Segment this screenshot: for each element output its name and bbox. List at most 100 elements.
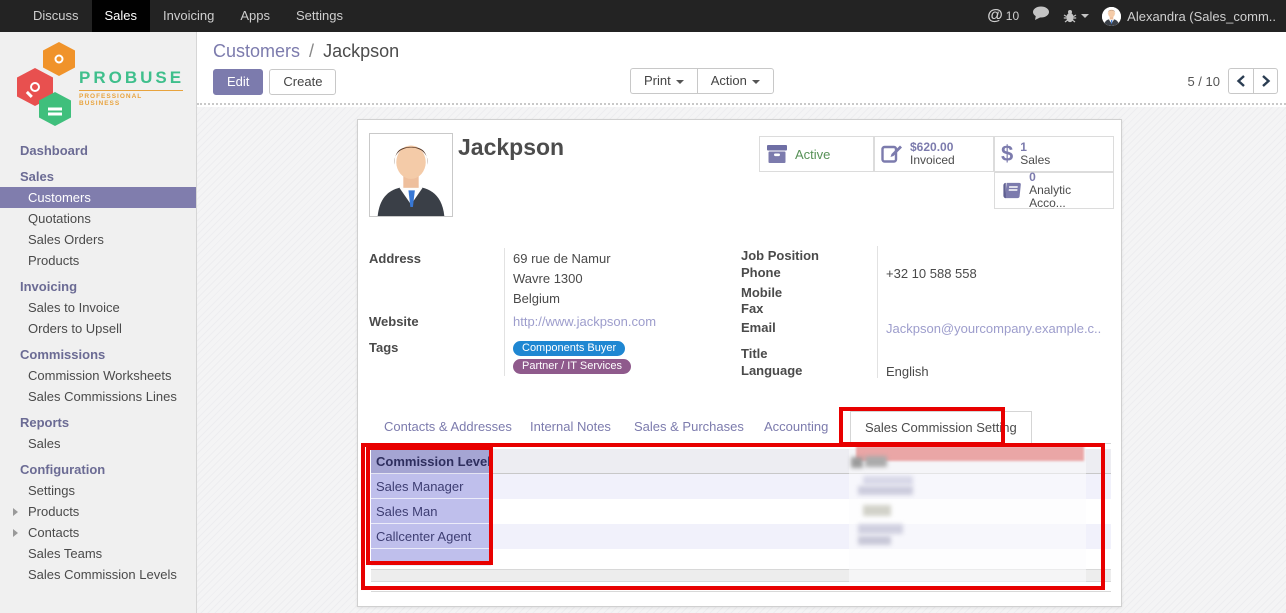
tab-accounting[interactable]: Accounting: [764, 419, 828, 434]
invoiced-label: Invoiced: [910, 154, 955, 167]
breadcrumb-current: Jackpson: [323, 41, 399, 61]
menu-invoicing[interactable]: Invoicing: [150, 0, 227, 32]
action-dropdown-button[interactable]: Action: [697, 68, 774, 94]
breadcrumb-separator: /: [305, 41, 318, 61]
commission-level-column-header[interactable]: Commission Level: [371, 449, 491, 474]
sidebar-item-sales-teams[interactable]: Sales Teams: [0, 543, 196, 564]
pager-counter: 5 / 10: [1187, 74, 1220, 89]
sidebar-heading-commissions[interactable]: Commissions: [0, 344, 196, 365]
tab-sales-purchases[interactable]: Sales & Purchases: [634, 419, 744, 434]
sidebar-heading-invoicing[interactable]: Invoicing: [0, 276, 196, 297]
book-icon: [1001, 181, 1022, 201]
mentions-button[interactable]: @ 10: [987, 7, 1019, 25]
sidebar-heading-sales[interactable]: Sales: [0, 166, 196, 187]
user-menu[interactable]: Alexandra (Sales_comm..: [1102, 7, 1276, 26]
menu-settings[interactable]: Settings: [283, 0, 356, 32]
mention-count: 10: [1006, 9, 1019, 23]
caret-down-icon: [1081, 14, 1089, 18]
tab-internal-notes[interactable]: Internal Notes: [530, 419, 611, 434]
commission-level-cell[interactable]: [371, 549, 491, 566]
redacted-content: [858, 536, 891, 545]
sales-stat-button[interactable]: $ 1 Sales: [994, 136, 1114, 172]
address-label: Address: [369, 251, 499, 266]
phone-value: +32 10 588 558: [886, 266, 977, 281]
field-group-divider: [877, 246, 878, 378]
dollar-icon: $: [1001, 144, 1013, 164]
tab-sales-commission-setting[interactable]: Sales Commission Setting: [850, 411, 1032, 444]
analytic-accounts-stat-button[interactable]: 0 Analytic Acco...: [994, 172, 1114, 209]
main-area: Customers / Jackpson Edit Create Print A…: [197, 32, 1286, 613]
address-street: 69 rue de Namur: [513, 251, 611, 266]
sidebar-item-products[interactable]: Products: [0, 250, 196, 271]
user-avatar: [1102, 7, 1121, 26]
sidebar-item-quotations[interactable]: Quotations: [0, 208, 196, 229]
logo-title: PROBUSE: [79, 68, 184, 88]
menu-discuss[interactable]: Discuss: [20, 0, 92, 32]
pager-next-button[interactable]: [1253, 68, 1278, 94]
phone-label: Phone: [741, 265, 871, 280]
invoiced-stat-button[interactable]: $620.00 Invoiced: [874, 136, 994, 172]
sidebar-heading-configuration[interactable]: Configuration: [0, 459, 196, 480]
sidebar-item-sales-commission-levels[interactable]: Sales Commission Levels: [0, 564, 196, 585]
sidebar-item-config-products[interactable]: Products: [0, 501, 196, 522]
sidebar-item-label: Products: [28, 504, 79, 519]
sidebar-item-config-contacts[interactable]: Contacts: [0, 522, 196, 543]
sidebar-heading-reports[interactable]: Reports: [0, 412, 196, 433]
menu-sales[interactable]: Sales: [92, 0, 151, 32]
top-navbar: Discuss Sales Invoicing Apps Settings @ …: [0, 0, 1286, 32]
sidebar-item-commission-worksheets[interactable]: Commission Worksheets: [0, 365, 196, 386]
website-link[interactable]: http://www.jackpson.com: [513, 314, 656, 329]
print-dropdown-button[interactable]: Print: [630, 68, 697, 94]
sidebar-item-sales-to-invoice[interactable]: Sales to Invoice: [0, 297, 196, 318]
sidebar-heading-dashboard[interactable]: Dashboard: [0, 140, 196, 161]
active-label: Active: [795, 147, 830, 162]
redacted-content: [851, 457, 863, 468]
language-label: Language: [741, 363, 871, 378]
active-toggle-button[interactable]: Active: [759, 136, 874, 172]
partner-photo[interactable]: [369, 133, 453, 217]
email-link[interactable]: Jackpson@yourcompany.example.c..: [886, 321, 1101, 336]
company-logo: PROBUSE PROFESSIONAL BUSINESS: [13, 42, 183, 126]
control-panel: Customers / Jackpson Edit Create Print A…: [197, 32, 1286, 105]
record-sheet: Jackpson Active $620.00 Invoiced: [357, 119, 1122, 607]
pager-previous-button[interactable]: [1228, 68, 1253, 94]
commission-level-cell[interactable]: Sales Manager: [371, 474, 491, 499]
commission-level-cell[interactable]: Sales Man: [371, 499, 491, 524]
redacted-content: [858, 524, 903, 534]
commission-level-cell[interactable]: Callcenter Agent: [371, 524, 491, 549]
sidebar-item-settings[interactable]: Settings: [0, 480, 196, 501]
address-city: Wavre 1300: [513, 271, 583, 286]
tab-contacts-addresses[interactable]: Contacts & Addresses: [384, 419, 512, 434]
tag-partner-it-services[interactable]: Partner / IT Services: [513, 359, 631, 374]
redacted-content: [863, 505, 891, 516]
sidebar-item-sales-commissions-lines[interactable]: Sales Commissions Lines: [0, 386, 196, 407]
chevron-left-icon: [1236, 75, 1246, 87]
table-bottom-border: [371, 591, 1111, 592]
secondary-menu-sidebar: PROBUSE PROFESSIONAL BUSINESS Dashboard …: [0, 32, 197, 613]
redacted-content: [865, 456, 887, 467]
sidebar-item-orders-to-upsell[interactable]: Orders to Upsell: [0, 318, 196, 339]
website-label: Website: [369, 314, 499, 329]
debug-menu-button[interactable]: [1063, 9, 1089, 23]
chevron-right-icon: [13, 529, 18, 537]
action-label: Action: [711, 73, 747, 88]
create-button[interactable]: Create: [269, 69, 336, 95]
app-menus: Discuss Sales Invoicing Apps Settings: [0, 0, 356, 32]
caret-down-icon: [676, 80, 684, 84]
sidebar-item-sales-orders[interactable]: Sales Orders: [0, 229, 196, 250]
bug-icon: [1063, 9, 1077, 23]
sales-label: Sales: [1020, 154, 1050, 167]
messages-icon[interactable]: [1032, 6, 1050, 26]
tag-components-buyer[interactable]: Components Buyer: [513, 341, 625, 356]
menu-apps[interactable]: Apps: [227, 0, 283, 32]
sidebar-item-customers[interactable]: Customers: [0, 187, 196, 208]
at-icon: @: [987, 7, 1003, 25]
breadcrumb-customers-link[interactable]: Customers: [213, 41, 300, 61]
analytic-label: Analytic Acco...: [1029, 184, 1107, 210]
sidebar-item-sales-report[interactable]: Sales: [0, 433, 196, 454]
redacted-content: [858, 486, 913, 495]
tags-label: Tags: [369, 340, 499, 355]
fax-label: Fax: [741, 301, 871, 316]
edit-button[interactable]: Edit: [213, 69, 263, 95]
record-pager: 5 / 10: [1187, 68, 1278, 94]
